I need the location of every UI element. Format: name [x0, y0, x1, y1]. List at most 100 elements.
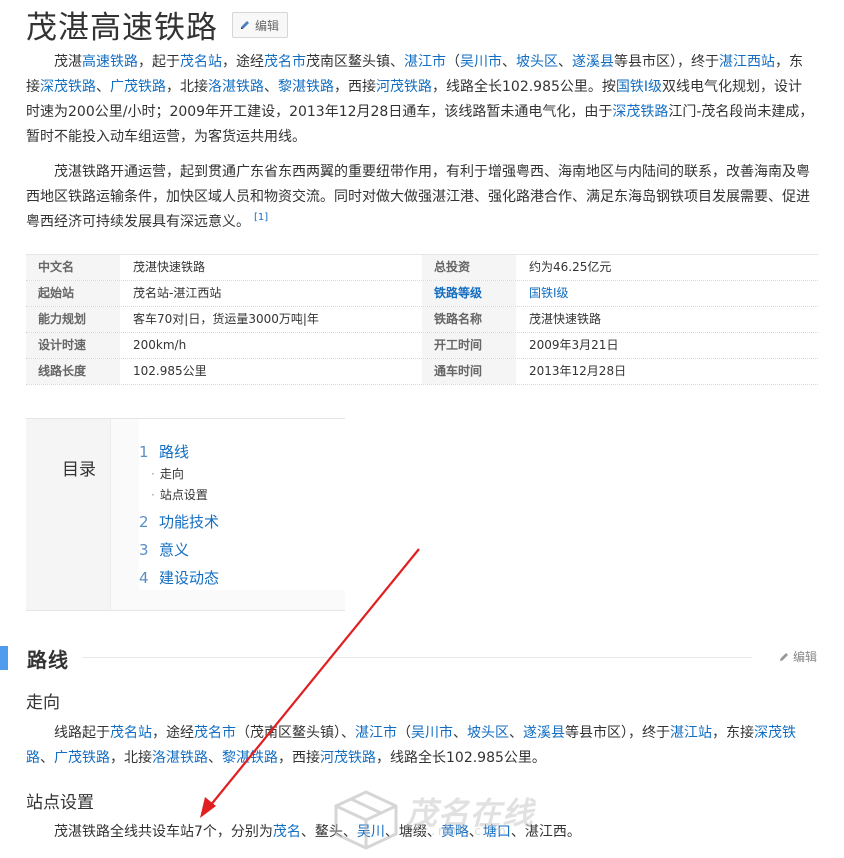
inline-link[interactable]: 吴川市 — [411, 725, 453, 741]
inline-link[interactable]: 广茂铁路 — [54, 750, 110, 766]
section-divider — [82, 657, 752, 658]
inline-link[interactable]: 洛湛铁路 — [208, 79, 264, 95]
inline-text: 茂湛 — [54, 54, 82, 70]
infobox-value: 2013年12月28日 — [529, 364, 627, 378]
inline-link[interactable]: 茂名市 — [264, 54, 306, 70]
inline-link[interactable]: 高速铁路 — [82, 54, 138, 70]
infobox-label: 开工时间 — [422, 333, 516, 358]
infobox-label: 中文名 — [26, 255, 120, 280]
toc-item-number: 1 — [139, 443, 149, 461]
cube-logo-icon — [334, 790, 398, 850]
inline-link[interactable]: 广茂铁路 — [110, 79, 166, 95]
inline-text: 、 — [453, 725, 467, 741]
inline-link[interactable]: 洛湛铁路 — [152, 750, 208, 766]
edit-button[interactable]: 编辑 — [232, 12, 289, 38]
toc-item-3[interactable]: 3 意义 — [139, 539, 189, 560]
inline-link[interactable]: 湛江市 — [355, 725, 397, 741]
inline-link[interactable]: 坡头区 — [467, 725, 509, 741]
inline-text: 等县市区），终于 — [614, 54, 719, 70]
inline-link[interactable]: 湛江市 — [404, 54, 446, 70]
inline-text: ，北接 — [166, 79, 208, 95]
inline-text: ，途经 — [152, 725, 194, 741]
section-accent-bar — [0, 646, 8, 670]
inline-link[interactable]: 河茂铁路 — [320, 750, 376, 766]
reference-link[interactable]: [1] — [254, 212, 268, 223]
inline-text: （ — [446, 54, 460, 70]
toc-item-label: 建设动态 — [159, 569, 220, 587]
toc-subitem-2[interactable]: · 站点设置 — [151, 486, 208, 503]
inline-link[interactable]: 茂名站 — [180, 54, 222, 70]
inline-text: ，途经 — [222, 54, 264, 70]
inline-link[interactable]: 茂名站 — [110, 725, 152, 741]
intro-paragraph-1: 茂湛高速铁路，起于茂名站，途经茂名市茂南区鳌头镇、湛江市（吴川市、坡头区、遂溪县… — [26, 50, 816, 150]
inline-text: 茂湛铁路全线共设车站7个，分别为 — [54, 824, 273, 840]
infobox: 中文名 茂湛快速铁路 总投资 约为46.25亿元 起始站 茂名站-湛江西站 铁路等级 国铁Ⅰ级… — [26, 254, 818, 385]
infobox-cell: 通车时间 2013年12月28日 — [422, 359, 818, 384]
toc-item-2[interactable]: 2 功能技术 — [139, 511, 219, 532]
toc-item-number: 4 — [139, 569, 149, 587]
inline-text: 、 — [40, 750, 54, 766]
route-text: 线路起于茂名站，途经茂名市（茂南区鳌头镇）、湛江市（吴川市、坡头区、遂溪县等县市… — [26, 721, 816, 771]
intro-paragraph-2: 茂湛铁路开通运营，起到贯通广东省东西两翼的重要纽带作用，有利于增强粤西、海南地区… — [26, 160, 816, 235]
inline-link[interactable]: 深茂铁路 — [40, 79, 96, 95]
inline-link[interactable]: 遂溪县 — [572, 54, 614, 70]
inline-text: ，东接 — [712, 725, 754, 741]
intro-text-2: 茂湛铁路开通运营，起到贯通广东省东西两翼的重要纽带作用，有利于增强粤西、海南地区… — [26, 160, 816, 235]
toc-item-number: 2 — [139, 513, 149, 531]
inline-text: 、 — [208, 750, 222, 766]
inline-link[interactable]: 河茂铁路 — [376, 79, 432, 95]
toc-item-label: 功能技术 — [159, 513, 220, 531]
inline-link[interactable]: 茂名 — [273, 824, 301, 840]
inline-text: ，起于 — [138, 54, 180, 70]
inline-link[interactable]: 遂溪县 — [523, 725, 565, 741]
infobox-value: 客车70对|日，货运量3000万吨|年 — [133, 312, 319, 326]
toc-item-1[interactable]: 1 路线 — [139, 441, 189, 462]
inline-link[interactable]: 茂名市 — [194, 725, 236, 741]
toc-subitem-label: 站点设置 — [159, 488, 208, 502]
toc-subitem-1[interactable]: · 走向 — [151, 465, 184, 482]
inline-text: 茂南区鳌头镇、 — [306, 54, 404, 70]
infobox-value: 200km/h — [133, 338, 187, 352]
inline-link[interactable]: 国铁Ⅰ级 — [616, 79, 662, 95]
intro-text-2-body: 茂湛铁路开通运营，起到贯通广东省东西两翼的重要纽带作用，有利于增强粤西、海南地区… — [26, 164, 810, 230]
infobox-cell: 中文名 茂湛快速铁路 — [26, 255, 422, 280]
section-title: 路线 — [27, 648, 69, 672]
inline-link[interactable]: 深茂铁路 — [612, 104, 668, 120]
toc-item-4[interactable]: 4 建设动态 — [139, 567, 219, 588]
infobox-value: 茂湛快速铁路 — [133, 260, 206, 274]
infobox-row: 设计时速 200km/h 开工时间 2009年3月21日 — [26, 333, 818, 359]
inline-text: 线路起于 — [54, 725, 110, 741]
infobox-value: 2009年3月21日 — [529, 338, 619, 352]
section-edit-button[interactable]: 编辑 — [778, 648, 817, 665]
inline-text: ，西接 — [278, 750, 320, 766]
toc-item-label: 意义 — [159, 541, 190, 559]
inline-link[interactable]: 湛江站 — [670, 725, 712, 741]
inline-link[interactable]: 黎湛铁路 — [222, 750, 278, 766]
infobox-cell: 设计时速 200km/h — [26, 333, 422, 358]
infobox-row: 中文名 茂湛快速铁路 总投资 约为46.25亿元 — [26, 255, 818, 281]
inline-text: 、 — [264, 79, 278, 95]
inline-link[interactable]: 吴川市 — [460, 54, 502, 70]
subheading-stations: 站点设置 — [26, 793, 94, 813]
table-of-contents: 目录 1 路线 · 走向 · 站点设置 2 功能技术 3 意义 4 建设动态 — [26, 418, 345, 611]
inline-text: ，北接 — [110, 750, 152, 766]
inline-text: 、 — [558, 54, 572, 70]
infobox-cell: 能力规划 客车70对|日，货运量3000万吨|年 — [26, 307, 422, 332]
inline-link[interactable]: 黎湛铁路 — [278, 79, 334, 95]
inline-text: 、 — [509, 725, 523, 741]
infobox-label: 通车时间 — [422, 359, 516, 384]
infobox-label[interactable]: 铁路等级 — [422, 281, 516, 306]
bullet-icon: · — [151, 488, 155, 502]
infobox-value: 茂名站-湛江西站 — [133, 286, 222, 300]
infobox-label: 能力规划 — [26, 307, 120, 332]
infobox-cell: 铁路等级 国铁Ⅰ级 — [422, 281, 818, 306]
infobox-row: 线路长度 102.985公里 通车时间 2013年12月28日 — [26, 359, 818, 385]
inline-link[interactable]: 坡头区 — [516, 54, 558, 70]
infobox-cell: 铁路名称 茂湛快速铁路 — [422, 307, 818, 332]
pencil-icon — [241, 21, 249, 29]
inline-text: （茂南区鳌头镇）、 — [236, 725, 355, 741]
section-edit-label: 编辑 — [793, 650, 818, 664]
inline-link[interactable]: 湛江西站 — [719, 54, 775, 70]
pencil-icon — [780, 652, 788, 661]
infobox-value[interactable]: 国铁Ⅰ级 — [516, 281, 569, 306]
